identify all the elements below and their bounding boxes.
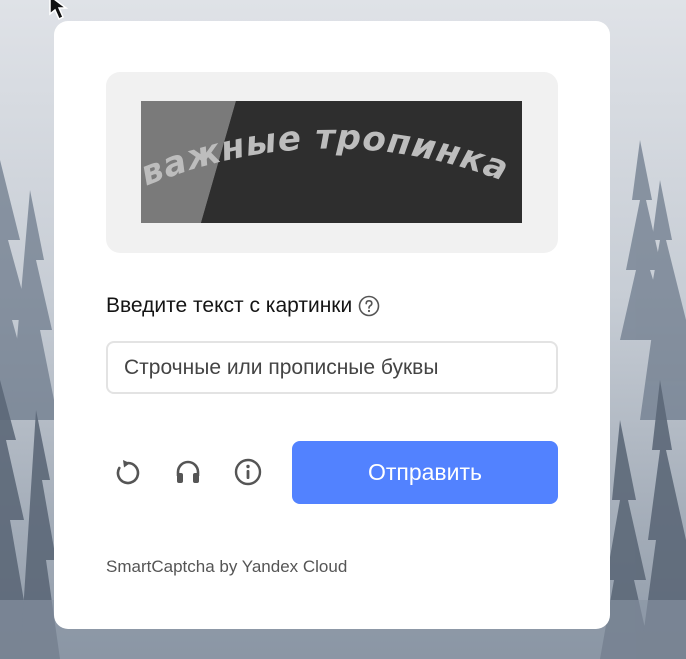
info-icon	[234, 458, 262, 486]
refresh-button[interactable]	[111, 455, 145, 489]
captcha-text-input[interactable]	[106, 341, 558, 394]
captcha-image-frame: важные тропинка	[106, 72, 558, 253]
prompt-label: Введите текст с картинки	[106, 294, 353, 317]
footer-branding: SmartCaptcha by Yandex Cloud	[106, 557, 348, 576]
refresh-icon	[116, 460, 140, 485]
captcha-actions: Отправить	[106, 441, 558, 504]
prompt-row: Введите текст с картинки	[106, 291, 380, 321]
headphones-icon	[176, 460, 200, 483]
captcha-card: важные тропинка Введите текст с картинки	[54, 21, 610, 629]
submit-button[interactable]: Отправить	[292, 441, 558, 504]
question-circle-icon[interactable]	[358, 295, 380, 317]
info-button[interactable]	[231, 455, 265, 489]
mouse-cursor-icon	[48, 0, 76, 22]
audio-button[interactable]	[171, 455, 205, 489]
captcha-image: важные тропинка	[141, 101, 522, 223]
